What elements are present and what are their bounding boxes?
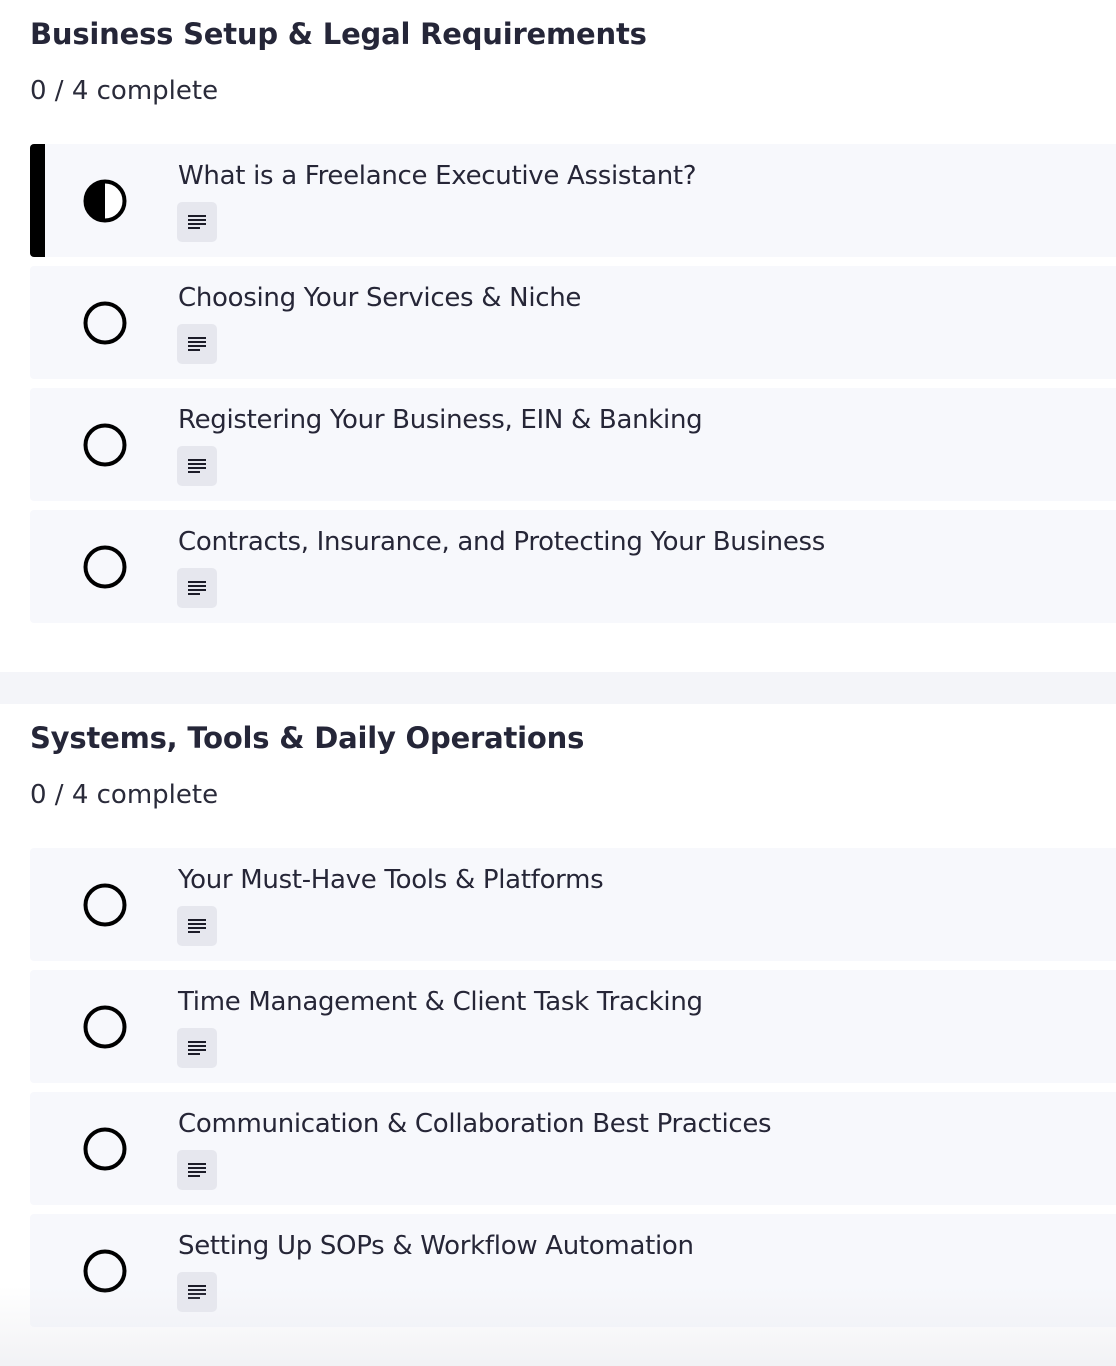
- text-lesson-badge: [177, 1150, 217, 1190]
- section-progress: 0 / 4 complete: [30, 76, 219, 106]
- lesson-title: Communication & Collaboration Best Pract…: [178, 1109, 772, 1139]
- text-lesson-badge: [177, 446, 217, 486]
- text-lines-icon: [188, 919, 206, 933]
- empty-circle-icon: [83, 1127, 127, 1171]
- text-lines-icon: [188, 581, 206, 595]
- text-lines-icon: [188, 1041, 206, 1055]
- section-systems-tools: Systems, Tools & Daily Operations 0 / 4 …: [0, 704, 1116, 1366]
- lesson-title: What is a Freelance Executive Assistant?: [178, 161, 697, 191]
- text-lines-icon: [188, 337, 206, 351]
- lesson-title: Contracts, Insurance, and Protecting You…: [178, 527, 826, 557]
- section-title: Systems, Tools & Daily Operations: [30, 721, 585, 755]
- text-lesson-badge: [177, 202, 217, 242]
- text-lesson-badge: [177, 1028, 217, 1068]
- section-progress: 0 / 4 complete: [30, 780, 219, 810]
- half-circle-icon: [83, 179, 127, 223]
- section-title: Business Setup & Legal Requirements: [30, 17, 647, 51]
- lesson-title: Registering Your Business, EIN & Banking: [178, 405, 703, 435]
- text-lines-icon: [188, 459, 206, 473]
- active-lesson-indicator: [30, 144, 45, 257]
- lesson-title: Time Management & Client Task Tracking: [178, 987, 703, 1017]
- text-lesson-badge: [177, 324, 217, 364]
- lesson-list: Your Must-Have Tools & Platforms Time Ma…: [30, 848, 1116, 1327]
- lesson-title: Choosing Your Services & Niche: [178, 283, 582, 313]
- text-lesson-badge: [177, 568, 217, 608]
- lesson-item[interactable]: Communication & Collaboration Best Pract…: [30, 1092, 1116, 1205]
- lesson-title: Setting Up SOPs & Workflow Automation: [178, 1231, 694, 1261]
- empty-circle-icon: [83, 545, 127, 589]
- course-outline: Business Setup & Legal Requirements 0 / …: [0, 0, 1116, 1366]
- lesson-item[interactable]: What is a Freelance Executive Assistant?: [30, 144, 1116, 257]
- text-lines-icon: [188, 215, 206, 229]
- section-business-setup: Business Setup & Legal Requirements 0 / …: [0, 0, 1116, 672]
- lesson-item[interactable]: Your Must-Have Tools & Platforms: [30, 848, 1116, 961]
- text-lines-icon: [188, 1285, 206, 1299]
- text-lesson-badge: [177, 1272, 217, 1312]
- text-lines-icon: [188, 1163, 206, 1177]
- lesson-item[interactable]: Registering Your Business, EIN & Banking: [30, 388, 1116, 501]
- empty-circle-icon: [83, 1249, 127, 1293]
- empty-circle-icon: [83, 1005, 127, 1049]
- lesson-item[interactable]: Time Management & Client Task Tracking: [30, 970, 1116, 1083]
- empty-circle-icon: [83, 883, 127, 927]
- empty-circle-icon: [83, 423, 127, 467]
- lesson-item[interactable]: Setting Up SOPs & Workflow Automation: [30, 1214, 1116, 1327]
- lesson-title: Your Must-Have Tools & Platforms: [178, 865, 604, 895]
- text-lesson-badge: [177, 906, 217, 946]
- lesson-item[interactable]: Choosing Your Services & Niche: [30, 266, 1116, 379]
- lesson-item[interactable]: Contracts, Insurance, and Protecting You…: [30, 510, 1116, 623]
- lesson-list: What is a Freelance Executive Assistant?…: [30, 144, 1116, 623]
- empty-circle-icon: [83, 301, 127, 345]
- section-divider: [0, 672, 1116, 704]
